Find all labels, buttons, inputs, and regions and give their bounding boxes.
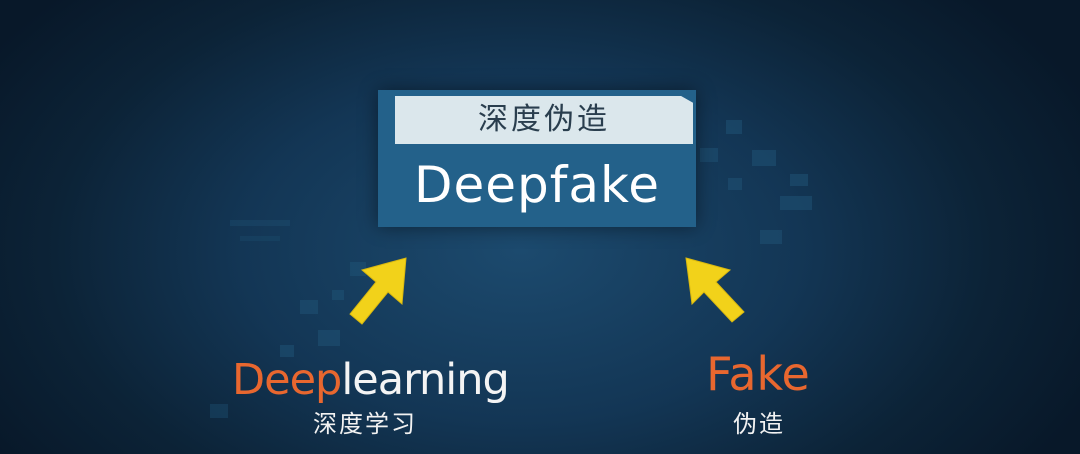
slide-canvas: 深度伪造 Deepfake Deeplearning 深度学习 Fake 伪造 (0, 0, 1080, 454)
title-chinese: 深度伪造 (395, 96, 693, 144)
left-arrow-icon (349, 257, 407, 325)
title-english: Deepfake (414, 156, 660, 214)
deep-learning-subtitle: 深度学习 (313, 410, 417, 438)
deep-learning-label: Deeplearning (232, 354, 510, 406)
learning-text: learning (341, 355, 509, 405)
right-arrow-icon (685, 257, 745, 323)
deep-highlight: Deep (232, 355, 342, 405)
fake-label: Fake (706, 347, 810, 401)
fake-subtitle: 伪造 (733, 410, 785, 438)
